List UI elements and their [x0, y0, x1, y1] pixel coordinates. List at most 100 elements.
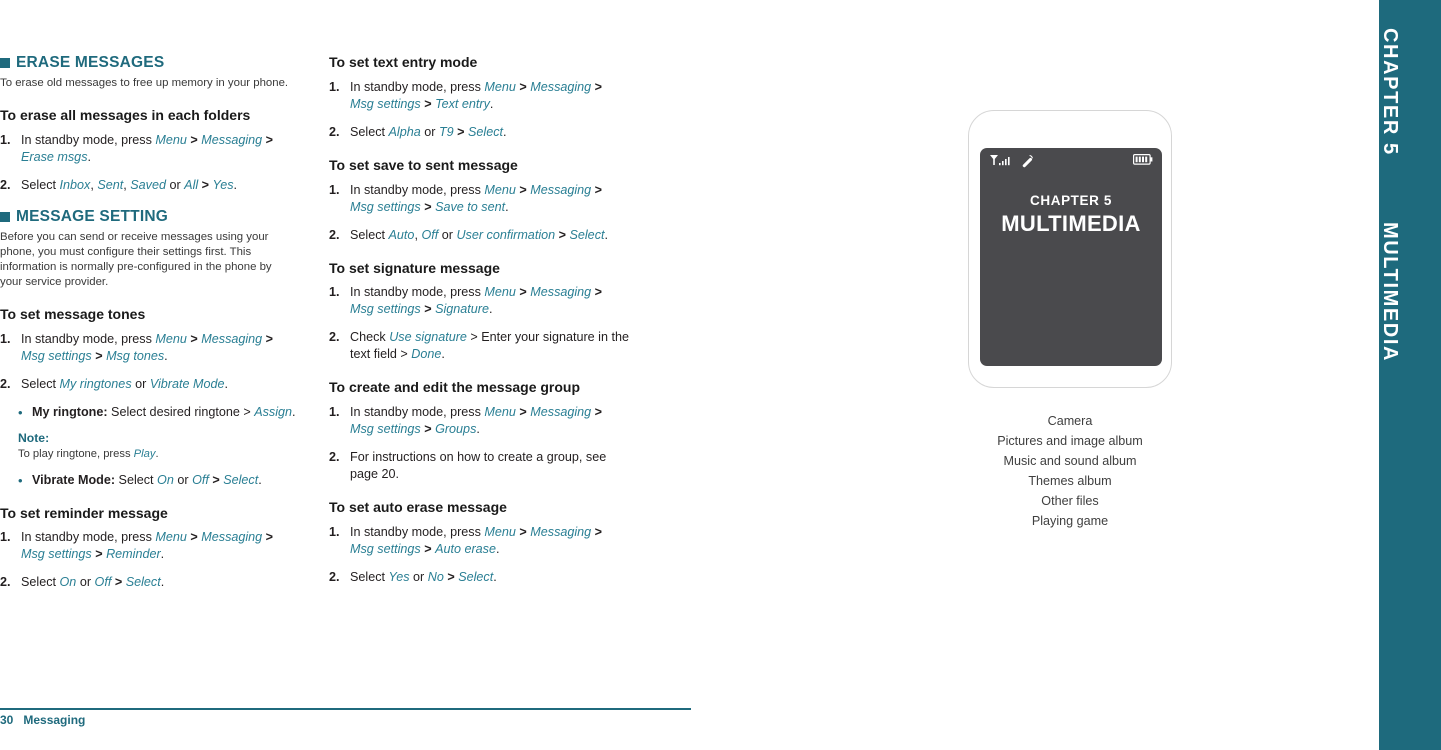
or-label: or	[76, 575, 95, 590]
step-number: 1.	[329, 285, 340, 300]
menu-path-item: Auto erase	[435, 541, 496, 556]
step-item: 2. Select Yes or No > Select.	[329, 569, 629, 586]
phone-screen: CHAPTER 5 MULTIMEDIA	[980, 148, 1162, 366]
menu-path-item: Messaging	[530, 285, 592, 300]
step-number: 2.	[329, 330, 340, 345]
step-number: 2.	[0, 575, 11, 590]
step-item: 2. For instructions on how to create a g…	[329, 449, 629, 483]
step-text: Select Auto, Off or User confirmation > …	[350, 227, 629, 244]
step-text: In standby mode, press Menu > Messaging …	[21, 530, 274, 562]
step-item: 1. In standby mode, press Menu > Messagi…	[329, 182, 629, 216]
menu-path-item: Menu	[484, 524, 516, 539]
step-item: 1. In standby mode, press Menu > Messagi…	[329, 284, 629, 318]
step-tail: .	[441, 347, 445, 362]
note-lead: To play ringtone, press	[18, 447, 134, 460]
option-item: Saved	[130, 177, 166, 192]
menu-path-item: Msg settings	[350, 199, 421, 214]
step-tail: .	[505, 199, 509, 214]
step-lead: Select	[21, 376, 60, 391]
menu-path-item: Msg settings	[21, 348, 92, 363]
bullet-dot-icon: •	[18, 404, 23, 420]
step-number: 2.	[0, 376, 11, 391]
step-text: In standby mode, press Menu > Messaging …	[21, 132, 274, 164]
menu-path-item: Reminder	[106, 547, 161, 562]
step-item: 1. In standby mode, press Menu > Messagi…	[0, 529, 296, 563]
step-tail: .	[164, 348, 168, 363]
menu-path-item: Msg settings	[350, 422, 421, 437]
option-item: Use signature	[389, 330, 467, 345]
step-tail: .	[495, 541, 500, 556]
step-item: 2. Select Alpha or T9 > Select.	[329, 124, 629, 141]
option-item: Auto	[388, 227, 415, 242]
subheading-create-edit-message-group: To create and edit the message group	[329, 379, 581, 396]
menu-path-item: Menu	[155, 530, 187, 545]
bullet-tail: .	[292, 404, 296, 419]
step-text: In standby mode, press Menu > Messaging …	[350, 285, 603, 317]
step-text: Check Use signature > Enter your signatu…	[350, 329, 629, 363]
menu-path-item: Messaging	[530, 524, 592, 539]
section-intro-erase-messages: To erase old messages to free up memory …	[0, 77, 289, 89]
step-item: 1. In standby mode, press Menu > Messagi…	[329, 404, 629, 438]
option-item: On	[59, 575, 77, 590]
step-text: Select Alpha or T9 > Select.	[350, 124, 629, 141]
menu-path-item: Menu	[484, 285, 516, 300]
step-text: Select Yes or No > Select.	[350, 569, 629, 586]
step-number: 1.	[329, 79, 340, 94]
bullet-label: My ringtone:	[32, 404, 108, 419]
menu-path-item: Messaging	[530, 405, 592, 420]
status-right-group	[1133, 152, 1153, 170]
action-item: Done	[411, 347, 442, 362]
step-lead: In standby mode, press	[350, 405, 485, 420]
step-number: 2.	[329, 450, 340, 465]
step-number: 2.	[329, 569, 340, 584]
step-text: Select My ringtones or Vibrate Mode.	[21, 376, 296, 393]
menu-path-item: Messaging	[201, 331, 263, 346]
subheading-set-reminder-message: To set reminder message	[0, 504, 168, 521]
menu-path-item: Messaging	[530, 79, 592, 94]
menu-path-item: Msg tones	[106, 348, 165, 363]
footer-section-label: Messaging	[23, 713, 86, 727]
menu-path-item: Msg settings	[350, 302, 421, 317]
status-left-group	[989, 154, 1034, 168]
step-tail: .	[489, 96, 494, 111]
step-text: In standby mode, press Menu > Messaging …	[350, 524, 603, 556]
step-text: In standby mode, press Menu > Messaging …	[350, 182, 603, 214]
subheading-set-message-tones: To set message tones	[0, 305, 146, 322]
menu-path-item: Text entry	[435, 96, 490, 111]
or-label: or	[173, 472, 193, 487]
option-item: Off	[421, 227, 439, 242]
option-item: No	[427, 569, 444, 584]
step-tail: .	[87, 149, 92, 164]
option-item: All	[184, 177, 199, 192]
action-item: Assign	[254, 404, 293, 419]
step-item: 2. Check Use signature > Enter your sign…	[329, 329, 629, 363]
caption-item: Themes album	[1028, 474, 1112, 488]
step-number: 2.	[329, 124, 340, 139]
chapter-sidebar-number: CHAPTER 5	[1379, 28, 1401, 156]
step-number: 2.	[329, 227, 340, 242]
section-heading-label: MESSAGE SETTING	[16, 207, 168, 225]
bullet-dot-icon: •	[18, 472, 23, 488]
step-tail: .	[488, 302, 493, 317]
phone-illustration: CHAPTER 5 MULTIMEDIA Camera Pictures and…	[940, 110, 1200, 531]
subheading-set-save-to-sent: To set save to sent message	[329, 156, 518, 173]
or-label: or	[409, 569, 428, 584]
menu-path-item: Messaging	[530, 182, 592, 197]
menu-path-item: Msg settings	[350, 96, 421, 111]
chapter-sidebar: CHAPTER 5 MULTIMEDIA	[1379, 0, 1441, 750]
square-bullet-icon	[0, 58, 10, 68]
or-label: or	[131, 376, 150, 391]
step-number: 1.	[0, 530, 11, 545]
battery-icon	[1133, 154, 1153, 165]
bullet-body: Select	[115, 472, 158, 487]
option-item: Vibrate Mode	[149, 376, 225, 391]
caption-item: Playing game	[1031, 514, 1109, 528]
step-tail: .	[160, 547, 165, 562]
separator: >	[555, 227, 570, 242]
caption-item: Camera	[1047, 414, 1093, 428]
option-item: My ringtones	[59, 376, 132, 391]
step-item: 2. Select On or Off > Select.	[0, 574, 296, 591]
action-item: Select	[569, 227, 605, 242]
menu-path-item: Menu	[484, 182, 516, 197]
option-item: Off	[94, 575, 112, 590]
